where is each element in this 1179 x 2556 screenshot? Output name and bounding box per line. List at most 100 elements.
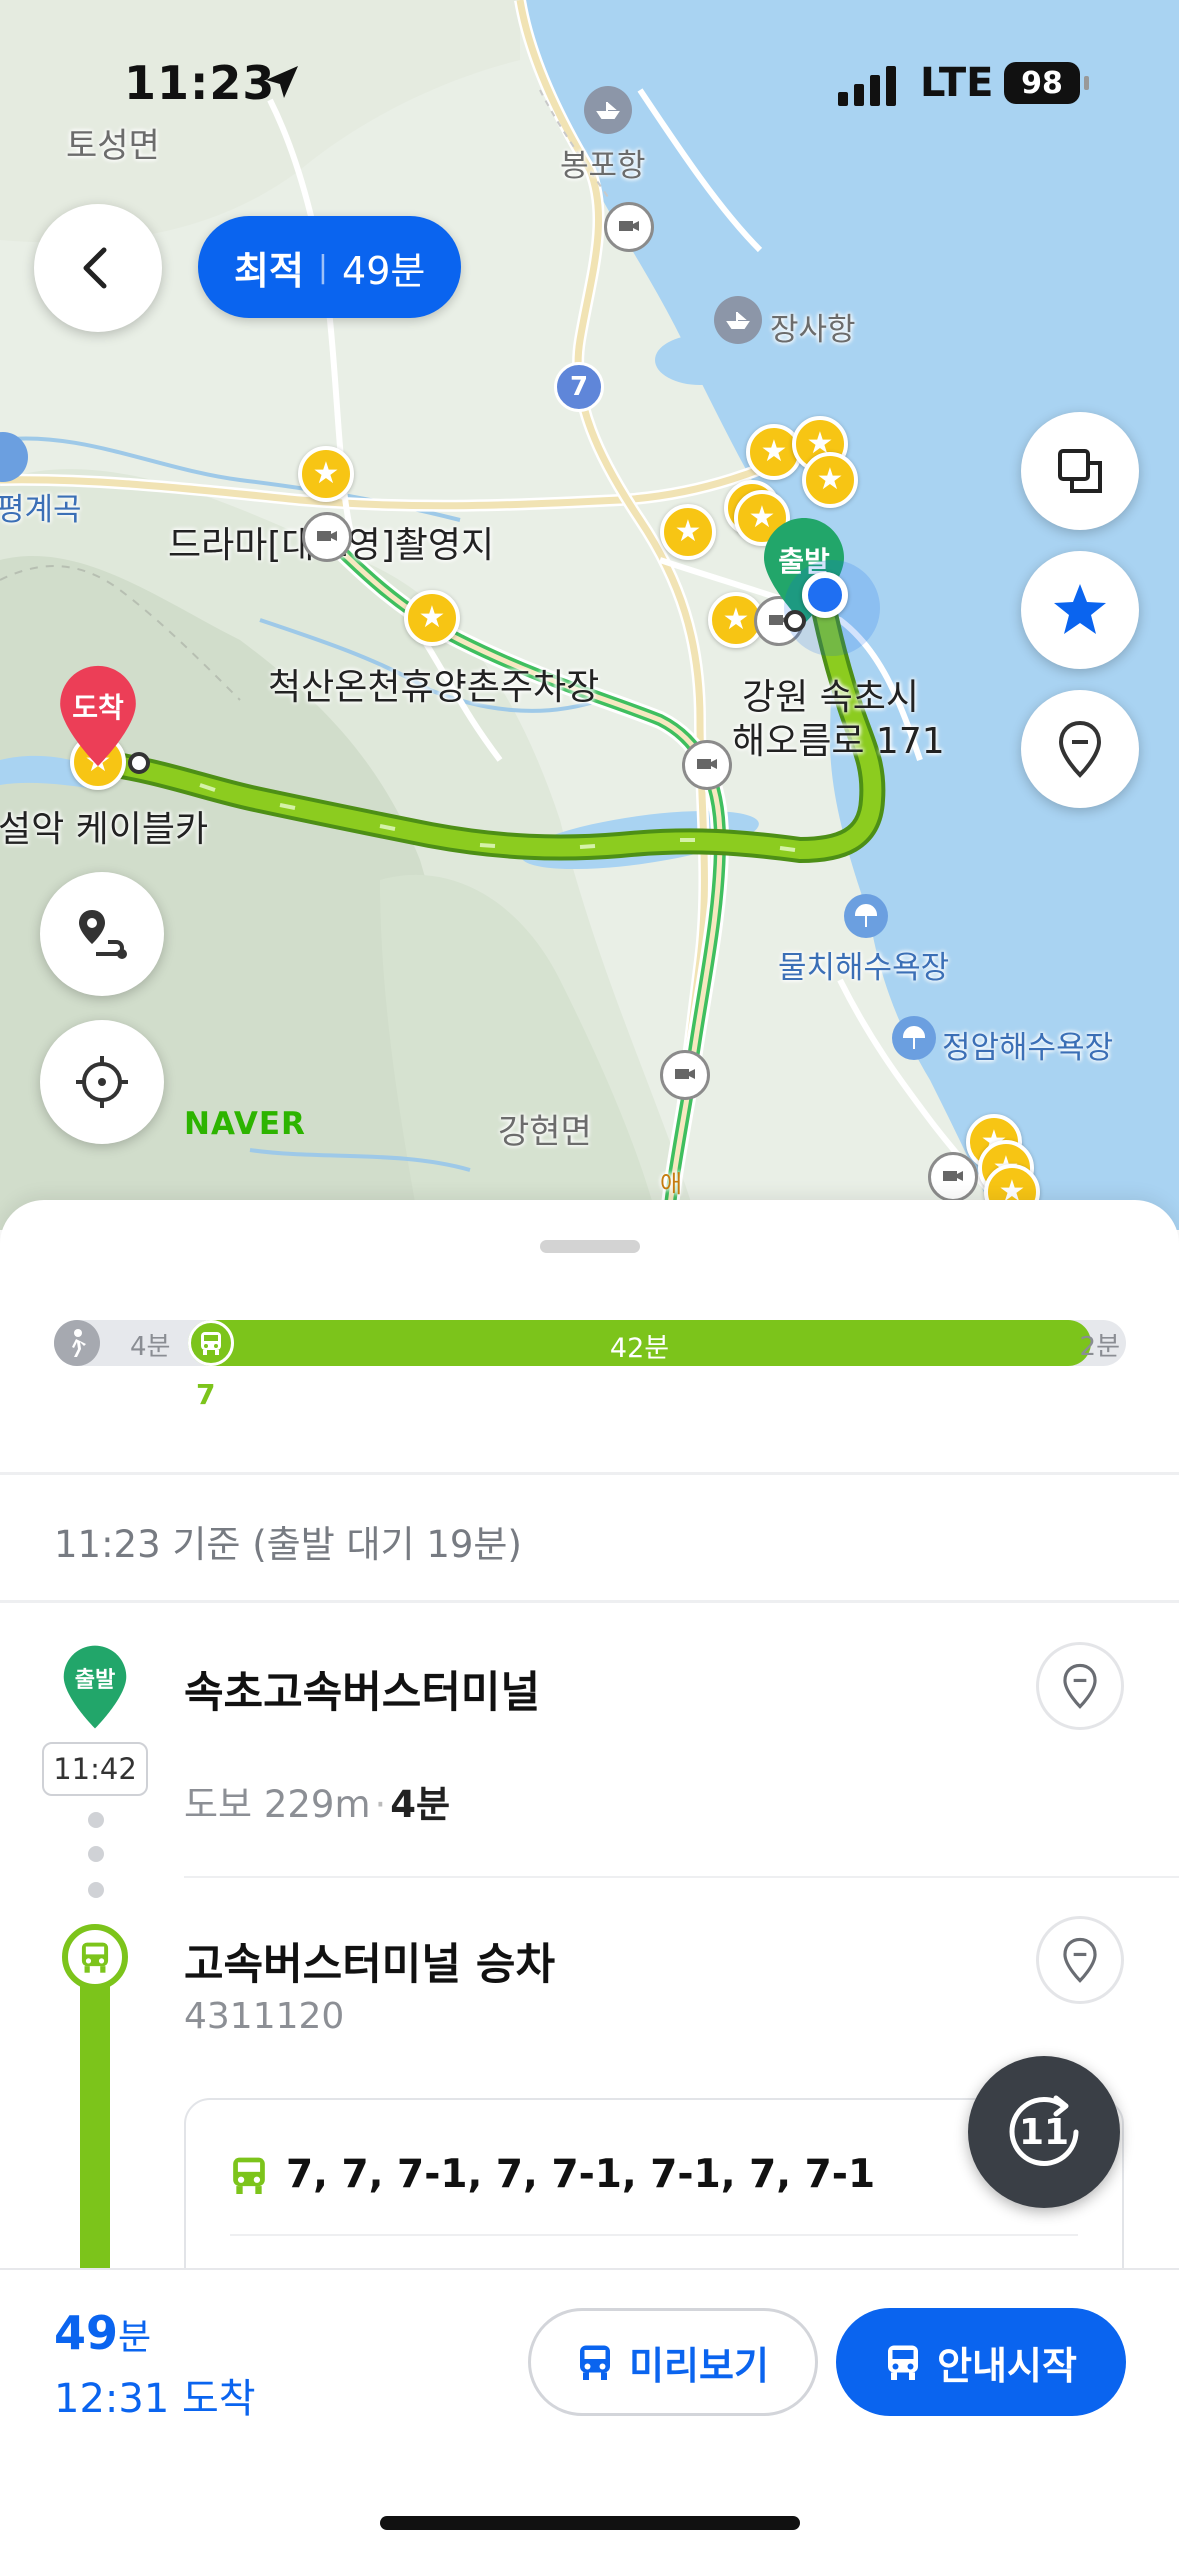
current-location-dot [802, 572, 848, 618]
bus-icon [580, 2345, 611, 2380]
divider [184, 1876, 1179, 1878]
destination-marker[interactable]: 도착 [58, 664, 138, 772]
departure-time-box: 11:42 [42, 1742, 148, 1796]
route-segment-bar: 4분 42분 2분 [54, 1320, 1126, 1366]
start-guidance-button[interactable]: 안내시작 [836, 2308, 1126, 2416]
preview-button[interactable]: 미리보기 [528, 2308, 818, 2416]
route-options-button[interactable] [40, 872, 164, 996]
favorite-star-icon[interactable]: ★ [298, 446, 354, 502]
walk-distance: 도보 229m [184, 1783, 371, 1826]
port-icon [714, 296, 762, 344]
layers-icon [1058, 449, 1102, 493]
walk-duration: 4분 [390, 1783, 451, 1826]
status-time: 11:23 [124, 56, 276, 110]
bus-lines-row: 7, 7, 7-1, 7, 7-1, 7-1, 7, 7-1 [230, 2152, 875, 2197]
pin-icon [1063, 1663, 1097, 1709]
total-duration-number: 49 [54, 2306, 119, 2360]
map-view[interactable]: 토성면 봉포항 장사항 7 평계곡 드라마[대조영]촬영지 척산온천휴양촌주차장… [0, 0, 1179, 1230]
stop-map-pin-button[interactable] [1036, 1642, 1124, 1730]
beach-icon [844, 894, 888, 938]
start-guidance-label: 안내시작 [937, 2343, 1077, 2388]
bus-lines-text: 7, 7, 7-1, 7, 7-1, 7-1, 7, 7-1 [286, 2152, 876, 2197]
pin-icon [1063, 1937, 1097, 1983]
network-type: LTE [920, 60, 994, 106]
battery-tip [1084, 76, 1089, 90]
bus-ride-time: 42분 [609, 1333, 670, 1364]
road-number-badge: 7 [554, 362, 604, 412]
speed-camera-icon [604, 202, 654, 252]
label-seorak: 설악 케이블카 [0, 809, 209, 850]
preview-label: 미리보기 [629, 2343, 769, 2388]
label-jangsa: 장사항 [770, 312, 856, 348]
favorite-star-icon[interactable]: ★ [660, 504, 716, 560]
stop-map-pin-button[interactable] [1036, 1916, 1124, 2004]
bus-icon [888, 2345, 919, 2380]
bottom-action-bar: 49분 12:31 도착 미리보기 안내시작 [0, 2268, 1179, 2556]
refresh-button[interactable]: 11 [968, 2056, 1120, 2208]
back-icon [83, 247, 107, 289]
bus-stop-icon [62, 1924, 128, 1990]
stop-id: 4311120 [184, 1996, 345, 2037]
stop-title: 속초고속버스터미널 [184, 1668, 541, 1718]
label-mulchi: 물치해수욕장 [778, 950, 950, 986]
route-option-pill[interactable]: 최적 | 49분 [198, 216, 462, 318]
boarding-stop-title: 고속버스터미널 승차 [184, 1940, 556, 1990]
walk-info: 도보 229m · 4분 [184, 1774, 450, 1828]
walk-dot [88, 1882, 104, 1898]
signal-icon [838, 66, 896, 106]
walk-segment: 4분 [54, 1320, 194, 1366]
star-icon [1054, 584, 1106, 634]
favorites-button[interactable] [1021, 551, 1139, 669]
walk-start-time: 4분 [130, 1332, 171, 1362]
label-address-2: 해오름로 171 [732, 721, 945, 762]
departure-basis: 11:23 기준 (출발 대기 19분) [54, 1523, 522, 1566]
route-duration-label: 49분 [342, 248, 426, 293]
favorite-star-icon[interactable]: ★ [404, 590, 460, 646]
speed-camera-icon [302, 512, 352, 562]
walk-end-time: 2분 [1079, 1332, 1120, 1362]
location-arrow-icon [266, 66, 298, 98]
speed-camera-icon [660, 1050, 710, 1100]
speed-camera-icon [682, 740, 732, 790]
divider [0, 1472, 1179, 1475]
route-pill-separator: | [317, 249, 329, 285]
label-pyeonggye: 평계곡 [0, 492, 82, 528]
walk-separator: · [374, 1783, 387, 1826]
route-options-icon [79, 910, 127, 959]
sheet-drag-handle[interactable] [540, 1240, 640, 1253]
beach-icon [892, 1016, 936, 1060]
battery-icon: 98 [1004, 62, 1080, 104]
start-badge-label: 출발 [74, 1668, 116, 1693]
label-ganghyeon: 강현면 [498, 1112, 592, 1152]
label-ae: 애 [660, 1170, 683, 1198]
total-duration-unit: 분 [118, 2317, 152, 2358]
bus-segment: 42분 [188, 1320, 1091, 1366]
route-mode-label: 최적 [234, 248, 304, 293]
arrival-time: 12:31 도착 [54, 2376, 256, 2422]
back-button[interactable] [34, 204, 162, 332]
refresh-countdown: 11 [1018, 2111, 1070, 2153]
divider [0, 1600, 1179, 1603]
bus-route-line [80, 1960, 110, 2270]
place-pin-button[interactable] [1021, 690, 1139, 808]
bus-line-number: 7 [196, 1378, 216, 1411]
locate-icon [76, 1056, 128, 1108]
naver-logo: NAVER [184, 1106, 306, 1142]
route-start-node [784, 610, 806, 632]
speed-camera-icon [928, 1152, 978, 1202]
divider [230, 2234, 1078, 2236]
status-bar: 11:23 LTE 98 [0, 0, 1179, 150]
pin-icon [1058, 720, 1102, 778]
layers-button[interactable] [1021, 412, 1139, 530]
walk-dot [88, 1846, 104, 1862]
total-duration: 49분 [54, 2306, 151, 2360]
label-cheoksan: 척산온천휴양촌주차장 [268, 667, 600, 708]
favorite-star-icon[interactable]: ★ [802, 452, 858, 508]
current-location-button[interactable] [40, 1020, 164, 1144]
home-indicator[interactable] [380, 2516, 800, 2530]
bus-icon [233, 2157, 265, 2194]
walk-dot [88, 1812, 104, 1828]
label-jeongam: 정암해수욕장 [942, 1030, 1114, 1066]
start-badge: 출발 [62, 1644, 128, 1734]
walk-icon [54, 1320, 100, 1366]
